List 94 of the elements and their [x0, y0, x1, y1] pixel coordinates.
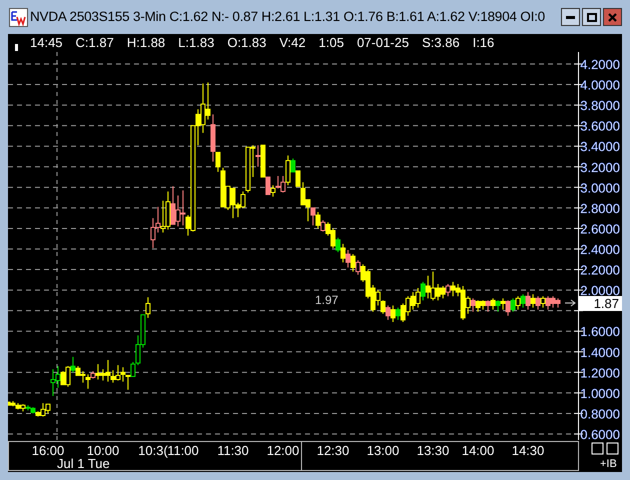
close-button[interactable]: [603, 8, 622, 26]
candlestick: [266, 176, 270, 196]
candlestick: [496, 300, 500, 312]
price-axis-label: 2.6000: [580, 221, 620, 236]
candlestick: [500, 298, 506, 310]
candlestick: [130, 362, 136, 377]
candlestick: [396, 307, 400, 320]
quote-field: L:1.83: [178, 33, 214, 53]
time-axis-label: 11:00: [167, 443, 199, 458]
window-title: NVDA 2503S155 3-Min C:1.62 N:- 0.87 H:2.61 L:1.31 O:1.76 B:1.61 A:1.62 V:18904 OI:0: [30, 8, 545, 26]
price-axis-label: 2.0000: [580, 283, 620, 298]
candlestick: [316, 212, 320, 229]
quote-field: C:1.87: [76, 33, 114, 53]
close-icon: [608, 12, 617, 22]
quote-field: O:1.83: [227, 33, 266, 53]
candlestick: [86, 374, 90, 390]
candlestick: [296, 170, 300, 187]
candlestick: [256, 144, 260, 168]
candlestick: [470, 298, 476, 312]
app-logo-icon: [9, 8, 28, 26]
price-axis-label: 2.2000: [580, 262, 620, 278]
time-axis-label: 14:00: [462, 443, 494, 458]
price-axis-label: 2.4000: [580, 242, 620, 257]
candlestick: [340, 243, 346, 263]
candlestick: [386, 305, 390, 320]
candlestick: [320, 220, 326, 232]
candlestick: [510, 298, 516, 312]
price-axis-label: 3.2000: [580, 160, 620, 175]
time-axis-label: 13:30: [416, 443, 450, 458]
time-axis-label: 11:30: [217, 443, 249, 458]
price-axis-label: 1.6000: [580, 324, 620, 340]
current-price-label: 1.87: [579, 296, 622, 311]
quote-field: H:1.88: [126, 33, 166, 53]
quote-field: 07-01-25: [356, 33, 409, 53]
price-axis-label: 1.0000: [580, 386, 620, 401]
candlestick: [346, 250, 350, 268]
candlestick: [516, 296, 520, 310]
candlestick: [120, 366, 126, 382]
time-axis-label: 10:3(: [138, 443, 168, 458]
quote-field: S:3.86: [422, 33, 460, 53]
quote-field: 1:05: [318, 33, 344, 53]
time-axis-label: 14:30: [512, 443, 544, 458]
candlestick: [530, 294, 536, 308]
quote-field: 14:45: [30, 33, 63, 53]
quote-field: I:16: [472, 33, 494, 53]
price-axis-label: 0.8000: [580, 406, 620, 422]
time-axis-label: 12:30: [316, 443, 350, 458]
time-axis-label: 16:00: [32, 443, 64, 458]
time-axis-label: 13:00: [366, 443, 400, 458]
price-axis-label: 1.2000: [580, 365, 620, 380]
candlestick: [390, 305, 396, 322]
minimize-icon: [566, 16, 575, 18]
price-axis-label: 2.8000: [580, 200, 620, 216]
candlestick: [506, 300, 510, 316]
candlestick: [270, 184, 276, 198]
pane-toggle-button[interactable]: [606, 442, 618, 454]
minimize-button[interactable]: [561, 8, 580, 26]
candlestick: [126, 374, 130, 390]
candlestick: [420, 281, 426, 301]
price-axis-label: 0.6000: [580, 427, 620, 442]
candlestick: [526, 292, 530, 310]
marker-icon: [15, 44, 18, 50]
candlestick: [70, 356, 76, 373]
candlestick: [490, 298, 496, 310]
candlestick: [540, 296, 546, 308]
corner-label: +IB: [600, 458, 617, 470]
candlestick: [146, 296, 150, 318]
candlestick: [310, 207, 316, 226]
candlestick: [336, 237, 340, 253]
candlestick: [446, 283, 450, 297]
candlestick: [486, 300, 490, 312]
date-label: Jul 1 Tue: [57, 456, 110, 471]
maximize-icon: [586, 12, 596, 22]
candlestick: [380, 300, 386, 314]
price-pointer-icon: [564, 300, 576, 306]
candlestick: [216, 152, 220, 172]
price-axis-label: 3.4000: [580, 139, 620, 154]
candlestick: [350, 254, 356, 272]
price-axis-label: 4.2000: [580, 57, 620, 72]
pane-toggle-button[interactable]: [592, 442, 604, 454]
candlestick: [356, 260, 360, 276]
price-axis-label: 1.4000: [580, 344, 620, 360]
maximize-button[interactable]: [582, 8, 601, 26]
price-axis-label: 3.8000: [580, 98, 620, 114]
quote-field: V:42: [279, 33, 306, 53]
price-axis-label: 3.0000: [580, 180, 620, 196]
candlestick: [536, 296, 540, 310]
time-axis-label: 10:00: [86, 443, 120, 458]
candlestick: [290, 158, 296, 172]
price-axis-label: 3.6000: [580, 118, 620, 134]
price-axis-label: 4.0000: [580, 78, 620, 93]
candlestick: [520, 294, 526, 308]
time-axis-label: 12:00: [266, 443, 300, 458]
price-marker-label: 1.97: [315, 293, 338, 307]
